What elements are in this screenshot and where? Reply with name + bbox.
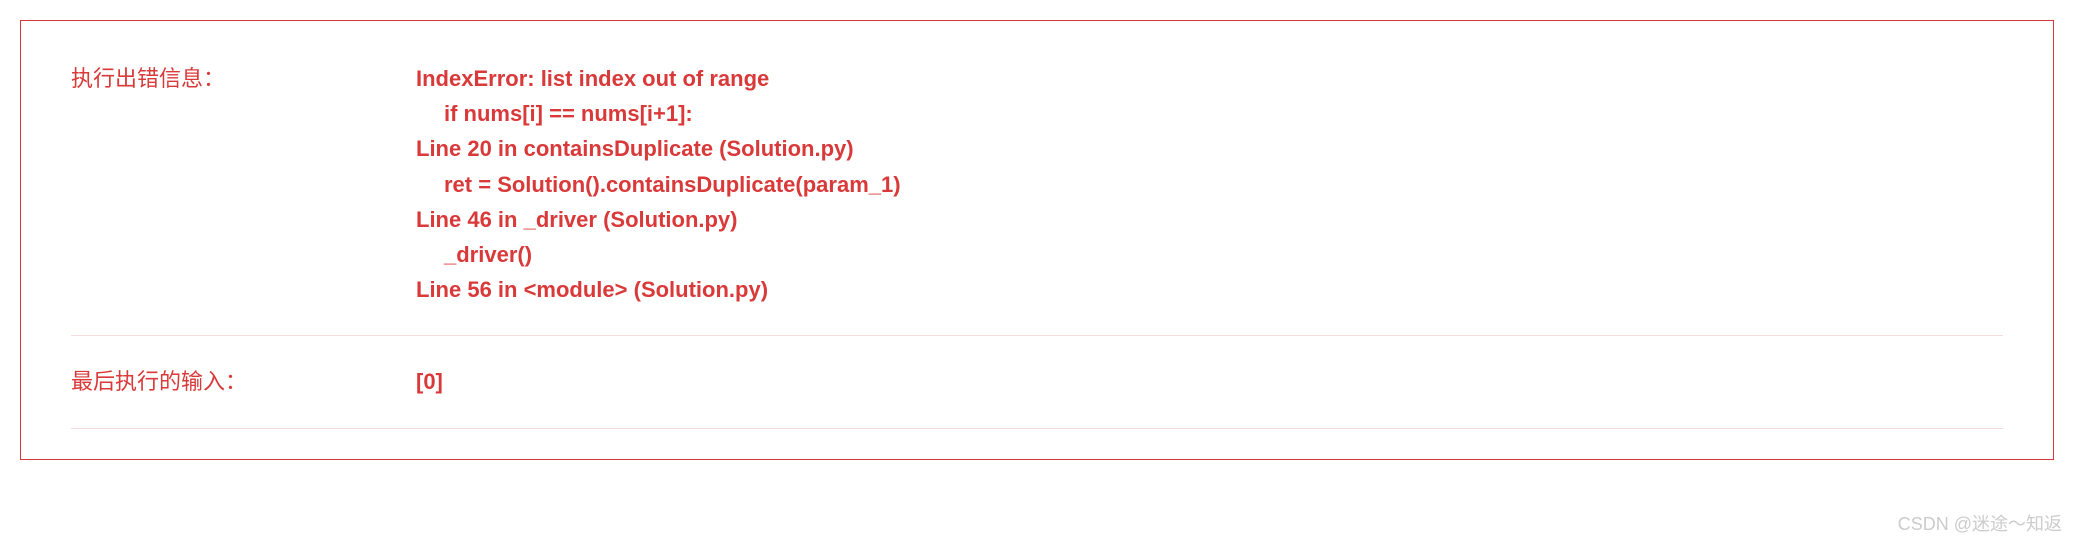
traceback-line: IndexError: list index out of range — [416, 61, 901, 96]
last-input-label: 最后执行的输入： — [71, 364, 416, 396]
last-input-row: 最后执行的输入： [0] — [71, 364, 2003, 428]
error-info-row: 执行出错信息： IndexError: list index out of ra… — [71, 61, 2003, 336]
traceback-line: Line 56 in <module> (Solution.py) — [416, 272, 901, 307]
traceback-line: _driver() — [416, 237, 901, 272]
error-info-label: 执行出错信息： — [71, 61, 416, 93]
last-input-value: [0] — [416, 364, 443, 399]
error-panel: 执行出错信息： IndexError: list index out of ra… — [20, 20, 2054, 460]
watermark: CSDN @迷途～知返 — [1898, 510, 2062, 536]
traceback-line: if nums[i] == nums[i+1]: — [416, 96, 901, 131]
error-traceback: IndexError: list index out of range if n… — [416, 61, 901, 307]
traceback-line: Line 20 in containsDuplicate (Solution.p… — [416, 131, 901, 166]
traceback-line: ret = Solution().containsDuplicate(param… — [416, 167, 901, 202]
traceback-line: Line 46 in _driver (Solution.py) — [416, 202, 901, 237]
